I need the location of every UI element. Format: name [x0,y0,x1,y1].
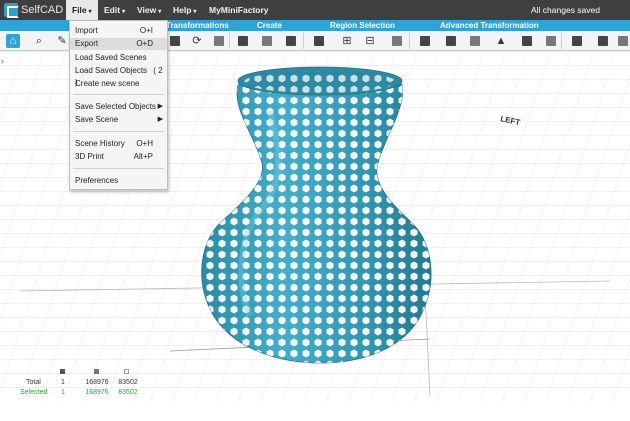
file-export-item[interactable]: Export O+D [70,38,167,50]
section-advanced-transformation: Advanced Transformation [440,21,539,30]
caret-down-icon: ▾ [158,9,162,15]
submenu-arrow-icon: ▶ [157,116,163,123]
file-save-selected-objects-item[interactable]: Save Selected Objects ▶ [70,101,167,113]
objects-icon [60,369,65,374]
file-save-scene-item[interactable]: Save Scene ▶ [70,114,167,126]
save-status: All changes saved [531,5,600,15]
menu-view[interactable]: View ▾ [131,0,167,20]
shape-tool-icon[interactable] [284,34,298,48]
scale-tool-icon[interactable] [212,34,226,48]
search-tool-icon[interactable]: ⌕ [32,34,46,48]
selfcad-logo-icon [4,3,19,18]
side-panel-toggle-icon[interactable]: › [1,56,9,66]
taper-tool-icon[interactable] [468,34,482,48]
slice-tool-icon[interactable] [570,34,584,48]
file-menu-dropdown: Import O+I Export O+D Load Saved Scenes Lo… [69,20,168,190]
submenu-arrow-icon: ▶ [157,103,163,110]
caret-down-icon: ▾ [122,9,126,15]
boolean-tool-icon[interactable] [444,34,458,48]
delete-tool-icon[interactable] [616,34,630,48]
face-select-icon[interactable] [390,34,404,48]
select-tool-icon[interactable]: ⌂ [6,34,20,48]
selected-vertices: 83502 [118,389,138,396]
file-load-saved-scenes-item[interactable]: Load Saved Scenes [70,52,167,64]
menu-myminifactory[interactable]: MyMiniFactory [203,0,275,20]
move-tool-icon[interactable] [168,34,182,48]
selected-label: Selected [20,389,48,396]
file-scene-history-item[interactable]: Scene History O+H [70,138,167,150]
edge-select-icon[interactable]: ⊟ [363,34,377,48]
caret-down-icon: ▾ [193,9,197,15]
menu-help[interactable]: Help ▾ [167,0,202,20]
bottom-strip [0,401,630,421]
selected-objects: 1 [61,389,65,396]
app-name: SelfCAD [21,4,64,16]
file-preferences-item[interactable]: Preferences [70,175,167,187]
copy-tool-icon[interactable] [596,34,610,48]
section-region-selection: Region Selection [330,21,395,30]
app-logo: SelfCAD [4,2,63,18]
file-import-item[interactable]: Import O+I [70,25,167,37]
fillet-tool-icon[interactable] [418,34,432,48]
file-create-new-scene-item[interactable]: Create new scene [70,78,167,90]
faces-icon [94,369,99,374]
total-faces: 168976 [85,379,109,386]
rotate-tool-icon[interactable]: ⟳ [190,34,204,48]
top-menu-bar: SelfCAD File ▾ Edit ▾ View ▾ Help ▾ MyMiniFa… [0,0,630,20]
total-objects: 1 [61,379,65,386]
vertices-icon [124,369,129,374]
scene-stats: Total 1 168976 83502 Selected 1 168976 8… [0,367,150,401]
section-transformations: Transformations [166,21,229,30]
selected-faces: 168976 [85,389,109,396]
caret-down-icon: ▾ [88,9,92,15]
file-3d-print-item[interactable]: 3D Print Alt+P [70,151,167,163]
total-label: Total [26,379,41,386]
menu-file[interactable]: File ▾ [66,0,98,20]
total-vertices: 83502 [118,379,138,386]
file-load-saved-objects-item[interactable]: Load Saved Objects ( 2 ) [70,65,167,87]
bend-tool-icon[interactable] [520,34,534,48]
edit-tool-icon[interactable]: ✎ [55,34,69,48]
mirror-tool-icon[interactable] [544,34,558,48]
twist-tool-icon[interactable]: ▲ [494,34,508,48]
cube-tool-icon[interactable] [236,34,250,48]
section-create: Create [257,21,282,30]
sphere-tool-icon[interactable] [260,34,274,48]
region-select-icon[interactable] [312,34,326,48]
vertex-select-icon[interactable]: ⊞ [340,34,354,48]
menu-edit[interactable]: Edit ▾ [98,0,131,20]
